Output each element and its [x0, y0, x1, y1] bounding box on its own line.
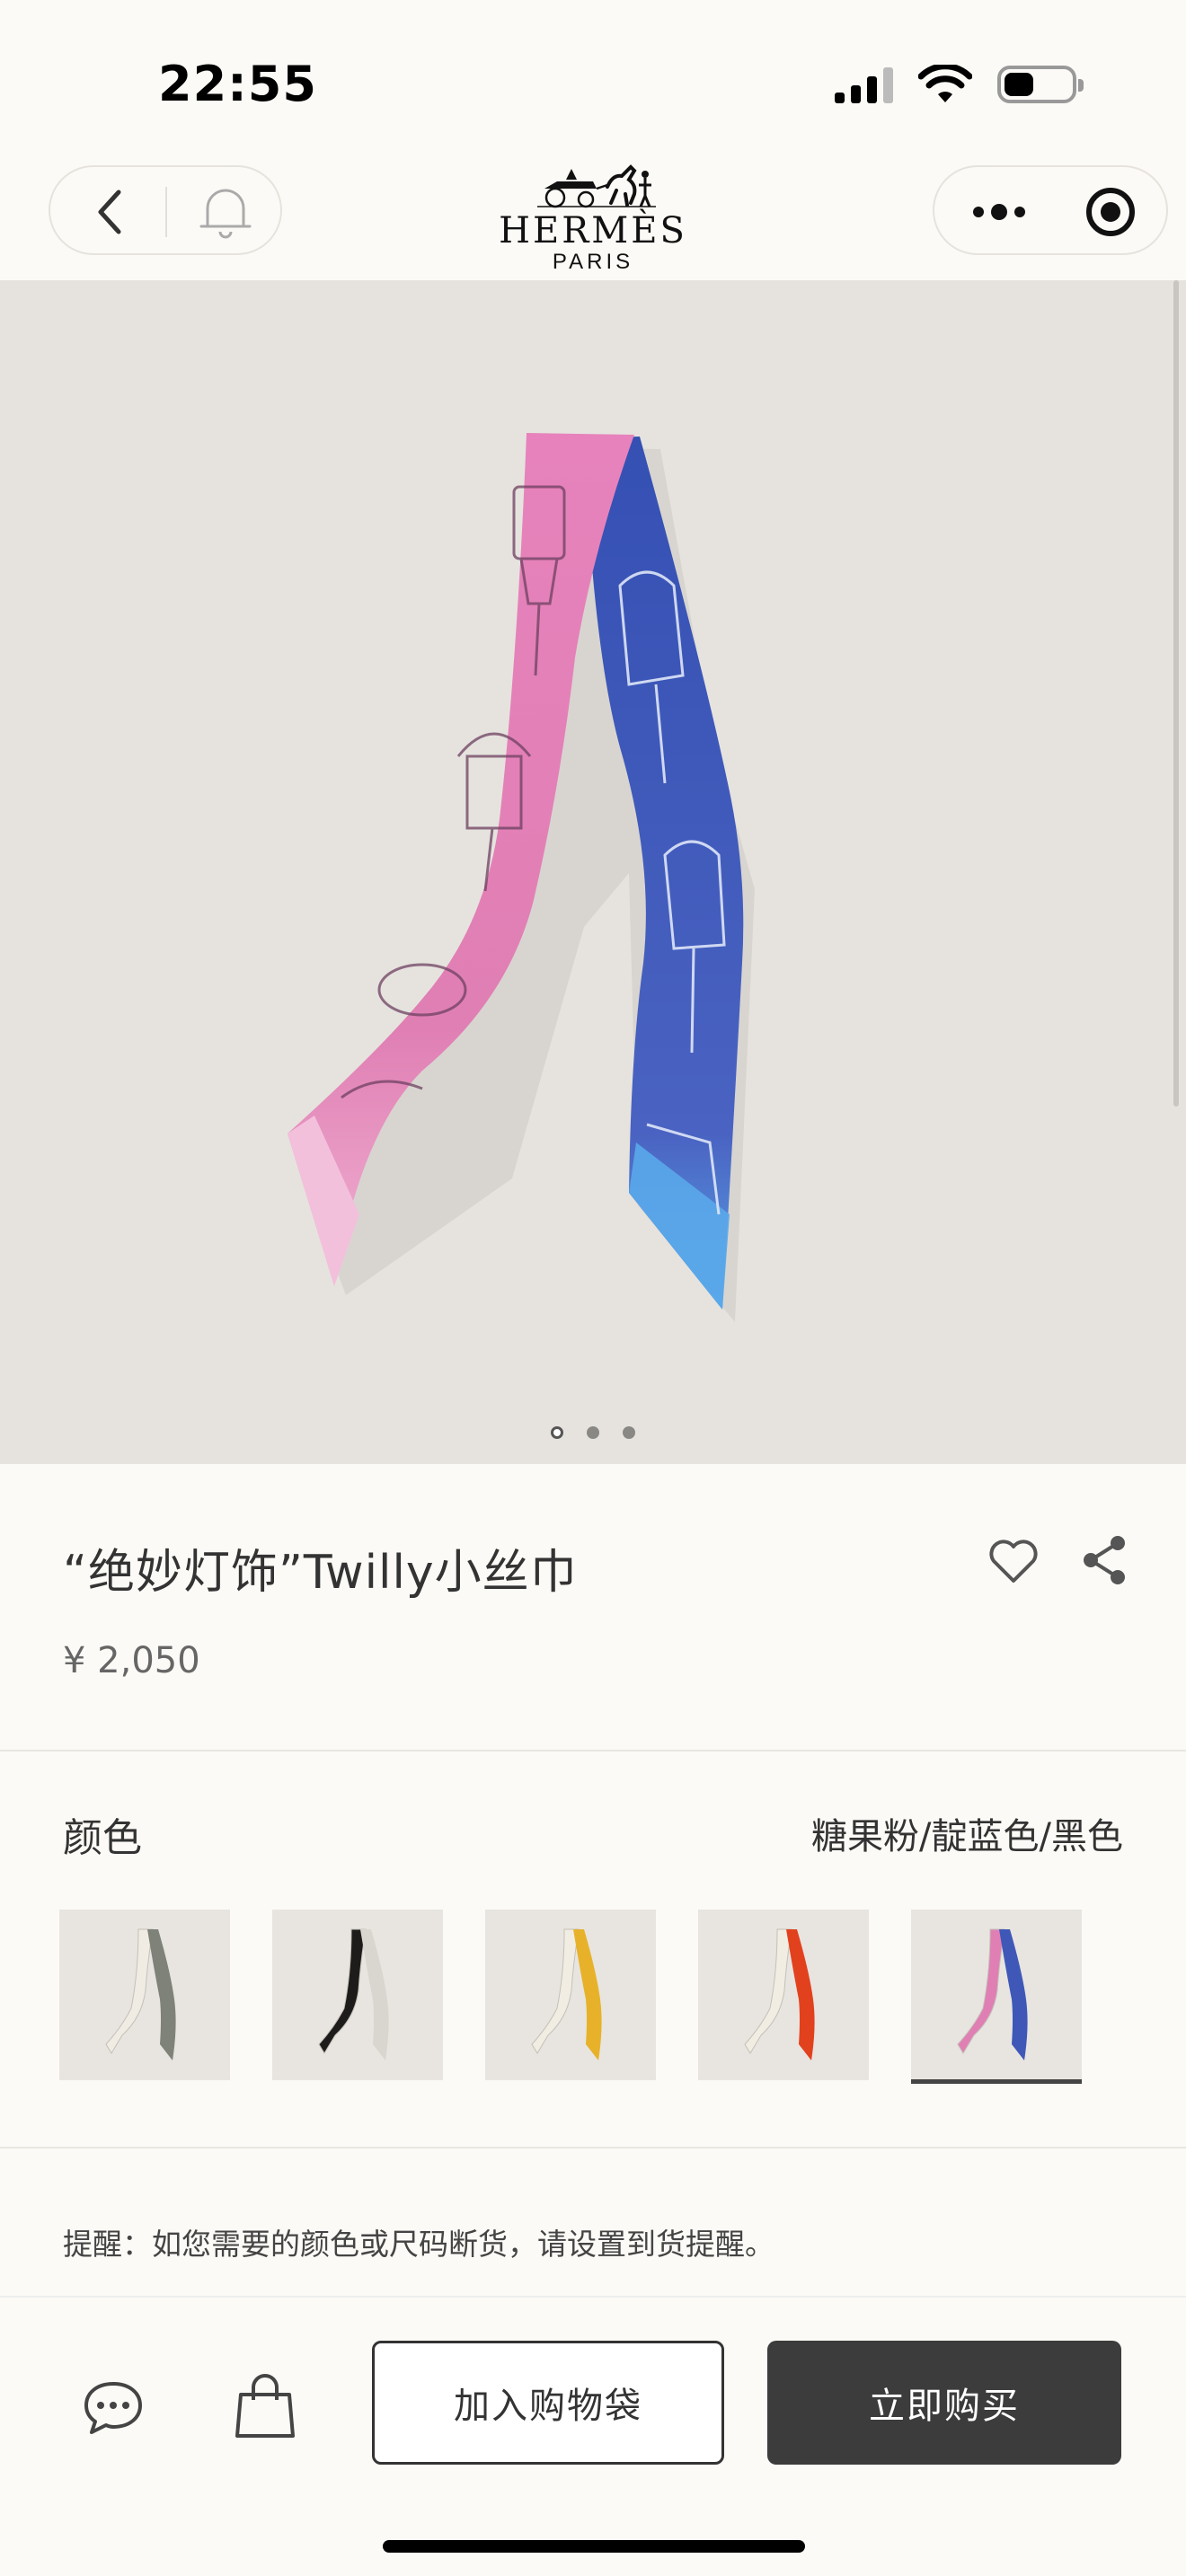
swatch-scarf-thumbnail [957, 1928, 1028, 2060]
battery-icon [997, 66, 1084, 103]
customer-service-button[interactable] [81, 2378, 146, 2436]
color-swatch-cream-yellow[interactable] [485, 1910, 656, 2080]
product-image-carousel[interactable] [0, 280, 1186, 1464]
carousel-dots [0, 1426, 1186, 1439]
back-button[interactable] [86, 187, 137, 237]
brand-subtitle: PARIS [552, 250, 634, 274]
share-icon [1084, 1536, 1125, 1584]
target-icon [1086, 188, 1135, 236]
status-bar: 22:55 [0, 0, 1186, 162]
nav-bar: HERMÈS PARIS [0, 162, 1186, 280]
image-scrollbar[interactable] [1173, 280, 1179, 1107]
carriage-logo-icon [537, 164, 656, 208]
color-swatch-cream-grey[interactable] [59, 1910, 230, 2080]
chevron-left-icon [98, 190, 121, 234]
swatch-scarf-thumbnail [318, 1928, 389, 2060]
product-image [288, 433, 755, 1322]
color-swatch-pink-blue[interactable] [911, 1910, 1082, 2084]
shopping-bag-icon [235, 2374, 295, 2438]
shopping-bag-button[interactable] [234, 2373, 296, 2439]
status-icons [835, 65, 1084, 104]
color-swatch-cream-red[interactable] [698, 1910, 869, 2080]
carousel-dot[interactable] [551, 1426, 563, 1439]
more-dots-icon-center [991, 204, 1007, 220]
color-swatch-black-white[interactable] [272, 1910, 443, 2080]
restock-notice: 提醒：如您需要的颜色或尺码断货，请设置到货提醒。 [63, 2227, 774, 2262]
brand-name: HERMÈS [499, 210, 687, 251]
carousel-dot[interactable] [623, 1426, 635, 1439]
notify-button[interactable] [194, 183, 257, 241]
share-button[interactable] [1078, 1532, 1130, 1588]
selected-color-value: 糖果粉/靛蓝色/黑色 [811, 1816, 1123, 1857]
swatch-scarf-thumbnail [105, 1928, 176, 2060]
bottom-action-bar: 加入购物袋 立即购买 [0, 2296, 1186, 2576]
chat-bubble-icon [84, 2382, 142, 2434]
home-indicator[interactable] [383, 2540, 805, 2553]
favorite-button[interactable] [987, 1536, 1040, 1586]
product-page: 22:55 HERMÈS PARIS “绝妙灯饰”Twilly小丝巾 ¥ 2,0… [0, 0, 1186, 2576]
color-swatches [59, 1910, 1137, 2087]
product-title: “绝妙灯饰”Twilly小丝巾 [63, 1546, 578, 1600]
swatch-scarf-thumbnail [744, 1928, 815, 2060]
bell-icon [199, 189, 252, 239]
left-capsule [49, 165, 282, 255]
more-button[interactable] [963, 189, 1035, 235]
carousel-dot[interactable] [587, 1426, 599, 1439]
product-price: ¥ 2,050 [63, 1640, 200, 1681]
wifi-icon [918, 65, 972, 102]
more-dots-icon [973, 207, 984, 217]
buy-now-button[interactable]: 立即购买 [767, 2341, 1121, 2465]
divider [0, 2147, 1186, 2148]
more-dots-icon-right [1014, 207, 1025, 217]
color-label: 颜色 [63, 1815, 142, 1861]
battery-fill [1005, 73, 1033, 96]
add-to-bag-button[interactable]: 加入购物袋 [372, 2341, 724, 2465]
cellular-signal-icon [835, 66, 893, 103]
brand-logo: HERMÈS PARIS [449, 162, 737, 280]
close-miniprogram-button[interactable] [1084, 185, 1137, 239]
heart-outline-icon [989, 1539, 1038, 1583]
right-capsule [933, 165, 1168, 255]
divider [0, 1750, 1186, 1751]
swatch-scarf-thumbnail [531, 1928, 602, 2060]
capsule-divider [165, 187, 167, 237]
status-time: 22:55 [158, 56, 317, 112]
